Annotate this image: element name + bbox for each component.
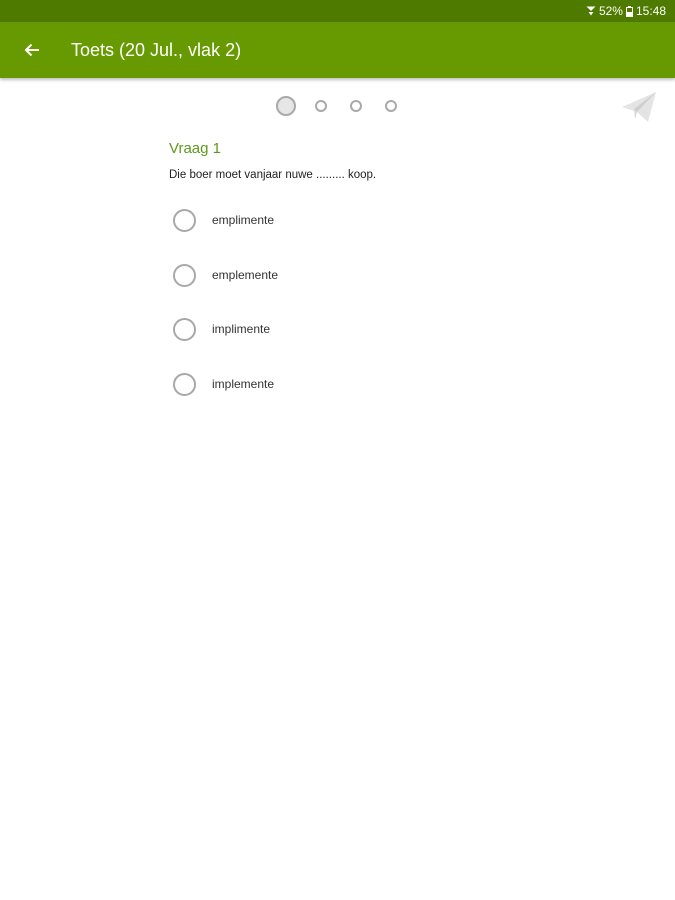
- answer-label: implemente: [212, 377, 275, 392]
- back-button[interactable]: [16, 34, 48, 66]
- question-title: Vraag 1: [169, 140, 221, 157]
- question-text: Die boer moet vanjaar nuwe ......... koo…: [169, 169, 377, 181]
- pager-dot-2[interactable]: [315, 100, 327, 112]
- status-bar: 52% 15:48: [0, 0, 675, 22]
- radio-button[interactable]: [173, 209, 196, 232]
- radio-button[interactable]: [173, 373, 196, 397]
- answer-options: emplimente emplemente implimente impleme…: [172, 206, 472, 425]
- pager-dot-1[interactable]: [276, 96, 296, 116]
- answer-option[interactable]: emplemente: [172, 261, 472, 316]
- clock: 15:48: [635, 4, 666, 18]
- answer-label: implimente: [212, 322, 271, 337]
- pager-dot-3[interactable]: [350, 100, 362, 112]
- answer-label: emplimente: [212, 213, 275, 227]
- send-button[interactable]: [619, 87, 659, 127]
- answer-option[interactable]: implimente: [172, 315, 472, 370]
- pager-dot-4[interactable]: [385, 100, 397, 112]
- answer-option[interactable]: emplimente: [172, 206, 472, 261]
- app-bar: Toets (20 Jul., vlak 2): [0, 22, 675, 78]
- radio-button[interactable]: [173, 318, 196, 342]
- question-pager: [272, 94, 402, 118]
- battery-level: 52%: [598, 4, 623, 18]
- arrow-left-icon: [24, 43, 39, 57]
- battery-icon: [625, 5, 633, 17]
- answer-option[interactable]: implemente: [172, 370, 472, 425]
- answer-label: emplemente: [212, 267, 279, 282]
- page-title: Toets (20 Jul., vlak 2): [71, 40, 242, 60]
- send-icon: [622, 92, 656, 122]
- network-icon: [586, 6, 596, 16]
- radio-button[interactable]: [173, 263, 196, 287]
